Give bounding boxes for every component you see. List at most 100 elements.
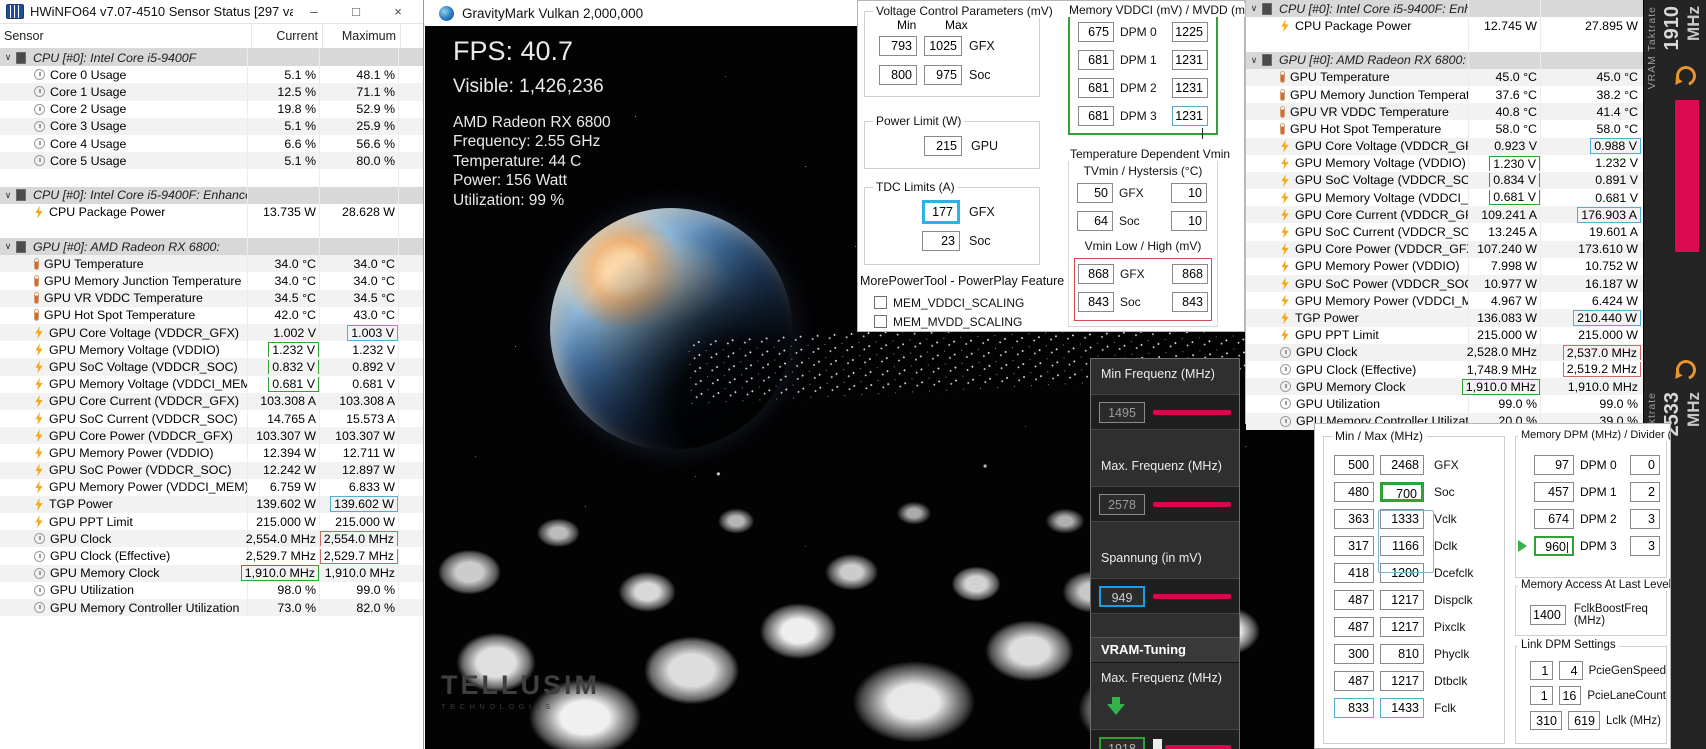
min-clock-input[interactable]: 363 [1334,509,1374,529]
sensor-row[interactable] [0,169,423,187]
sensor-row[interactable]: GPU Memory Power (VDDCI_MEM) 4.967 W 6.4… [1246,292,1643,310]
min-voltage-input[interactable]: 800 [879,65,917,85]
sensor-row[interactable]: GPU Memory Voltage (VDDIO) 1.232 V 1.232… [0,341,423,359]
dpm-frequency-input[interactable]: 960 [1534,536,1574,556]
vddci-input[interactable]: 675 [1078,22,1114,42]
sensor-row[interactable]: GPU VR VDDC Temperature 40.8 °C 41.4 °C [1246,103,1643,121]
vddci-input[interactable]: 681 [1078,50,1114,70]
sensor-row[interactable]: GPU Utilization 98.0 % 99.0 % [0,581,423,599]
sensor-row[interactable]: GPU Memory Voltage (VDDCI_MEM) 0.681 V 0… [1246,189,1643,207]
column-sensor[interactable]: Sensor [0,24,252,48]
link-min-input[interactable]: 1 [1530,686,1553,705]
mvdd-input[interactable]: 1225 [1172,22,1208,42]
hysteresis-input[interactable]: 10 [1171,211,1207,231]
sensor-row[interactable]: GPU Clock (Effective) 1,748.9 MHz 2,519.… [1246,360,1643,379]
column-maximum[interactable]: Maximum [323,24,401,48]
tdc-input[interactable]: 23 [922,231,960,251]
max-voltage-input[interactable]: 975 [924,65,962,85]
sensor-row[interactable]: GPU Memory Power (VDDIO) 12.394 W 12.711… [0,444,423,462]
sensor-row[interactable]: GPU Memory Power (VDDIO) 7.998 W 10.752 … [1246,257,1643,275]
sensor-row[interactable]: GPU [#0]: AMD Radeon RX 6800: [0,238,423,256]
refresh-icon[interactable] [1672,62,1700,90]
link-max-input[interactable]: 16 [1558,686,1582,705]
sensor-row[interactable]: CPU [#0]: Intel Core i5-9400F: Enhanced [0,186,423,204]
max-clock-input[interactable]: 2468 [1380,455,1424,475]
sensor-row[interactable]: GPU Memory Junction Temperature 37.6 °C … [1246,85,1643,104]
max-clock-input[interactable]: 1166 [1380,536,1424,556]
sensor-row[interactable]: GPU Memory Voltage (VDDCI_MEM) 0.681 V 0… [0,375,423,393]
vmin-high-input[interactable]: 868 [1172,264,1208,284]
max-clock-input[interactable]: 1217 [1380,671,1424,691]
sensor-row[interactable]: GPU Memory Power (VDDCI_MEM) 6.759 W 6.8… [0,478,423,496]
min-clock-input[interactable]: 487 [1334,671,1374,691]
max-clock-input[interactable]: 1217 [1380,617,1424,637]
sensor-row[interactable]: GPU Memory Clock 1,910.0 MHz 1,910.0 MHz [0,564,423,582]
sensor-row[interactable]: GPU PPT Limit 215.000 W 215.000 W [0,513,423,531]
min-clock-input[interactable]: 500 [1334,455,1374,475]
tuner-value-input[interactable]: 2578 [1099,493,1145,515]
sensor-row[interactable]: GPU Utilization 99.0 % 99.0 % [1246,395,1643,413]
sensor-row[interactable]: GPU PPT Limit 215.000 W 215.000 W [1246,326,1643,344]
vram-max-freq-input[interactable]: 1918 [1099,736,1145,749]
sensor-row[interactable]: GPU [#0]: AMD Radeon RX 6800: [1246,51,1643,69]
link-min-input[interactable]: 1 [1530,661,1554,680]
min-clock-input[interactable]: 487 [1334,617,1374,637]
sensor-row[interactable]: GPU Core Voltage (VDDCR_GFX) 0.923 V 0.9… [1246,137,1643,155]
sensor-row[interactable]: GPU Core Power (VDDCR_GFX) 107.240 W 173… [1246,240,1643,258]
column-current[interactable]: Current [252,24,323,48]
sensor-row[interactable]: GPU SoC Voltage (VDDCR_SOC) 0.834 V 0.89… [1246,171,1643,190]
min-clock-input[interactable]: 317 [1334,536,1374,556]
divider-input[interactable]: 2 [1630,482,1660,502]
dpm-frequency-input[interactable]: 674 [1534,509,1574,529]
vddci-input[interactable]: 681 [1078,106,1114,126]
vmin-high-input[interactable]: 843 [1172,292,1208,312]
expander-icon[interactable] [0,190,16,201]
sensor-row[interactable]: GPU Core Current (VDDCR_GFX) 103.308 A 1… [0,392,423,410]
vmin-low-input[interactable]: 843 [1078,292,1114,312]
mvdd-input[interactable]: 1231 [1172,78,1208,98]
sensor-row[interactable]: GPU SoC Current (VDDCR_SOC) 14.765 A 15.… [0,409,423,428]
min-clock-input[interactable]: 480 [1334,482,1374,502]
tuner-slider[interactable] [1153,409,1231,415]
tuner-value-input[interactable]: 949 [1099,585,1145,607]
fclk-boost-input[interactable]: 1400 [1530,605,1566,625]
sensor-row[interactable]: GPU Memory Junction Temperature 34.0 °C … [0,272,423,290]
dpm-frequency-input[interactable]: 457 [1534,482,1574,502]
tdc-input[interactable]: 177 [922,200,960,224]
sensor-row[interactable]: GPU Clock (Effective) 2,529.7 MHz 2,529.… [0,547,423,565]
sensor-row[interactable]: GPU Hot Spot Temperature 58.0 °C 58.0 °C [1246,120,1643,138]
sensor-row[interactable]: GPU Memory Voltage (VDDIO) 1.230 V 1.232… [1246,154,1643,172]
link-max-input[interactable]: 619 [1568,711,1600,730]
min-clock-input[interactable]: 833 [1334,698,1374,718]
sensor-row[interactable]: GPU Clock 2,554.0 MHz 2,554.0 MHz [0,530,423,548]
sensor-row[interactable]: Core 0 Usage 5.1 % 48.1 % [0,66,423,84]
sensor-row[interactable]: GPU VR VDDC Temperature 34.5 °C 34.5 °C [0,289,423,307]
slider-handle[interactable] [1153,739,1162,749]
sensor-row[interactable]: GPU SoC Voltage (VDDCR_SOC) 0.832 V 0.89… [0,358,423,376]
refresh-icon[interactable] [1672,356,1700,384]
vddci-input[interactable]: 681 [1078,78,1114,98]
sensor-row[interactable]: GPU Memory Controller Utilization 73.0 %… [0,599,423,617]
sensor-row[interactable]: GPU Hot Spot Temperature 42.0 °C 43.0 °C [0,306,423,324]
maximize-button[interactable]: □ [335,4,377,19]
sensor-row[interactable]: GPU Core Power (VDDCR_GFX) 103.307 W 103… [0,427,423,445]
max-clock-input[interactable]: 700 [1380,482,1424,502]
tuner-slider[interactable] [1153,501,1231,507]
sensor-row[interactable]: TGP Power 136.083 W 210.440 W [1246,309,1643,327]
divider-input[interactable]: 0 [1630,455,1660,475]
sensor-row[interactable]: CPU Package Power 13.735 W 28.628 W [0,203,423,221]
checkbox[interactable] [874,315,887,328]
sensor-row[interactable]: GPU Memory Clock 1,910.0 MHz 1,910.0 MHz [1246,378,1643,396]
max-clock-input[interactable]: 810 [1380,644,1424,664]
mvdd-input[interactable]: 1231 [1172,106,1208,126]
max-clock-input[interactable]: 1217 [1380,590,1424,610]
sensor-row[interactable]: GPU SoC Current (VDDCR_SOC) 13.245 A 19.… [1246,223,1643,241]
divider-input[interactable]: 3 [1630,509,1660,529]
max-clock-input[interactable]: 1200 [1380,563,1424,583]
tuner-slider[interactable] [1153,593,1231,599]
power-limit-input[interactable]: 215 [924,136,962,156]
tvmin-input[interactable]: 64 [1077,211,1113,231]
hysteresis-input[interactable]: 10 [1171,183,1207,203]
sensor-row[interactable]: CPU Package Power 12.745 W 27.895 W [1246,17,1643,35]
tuner-value-input[interactable]: 1495 [1099,401,1145,423]
